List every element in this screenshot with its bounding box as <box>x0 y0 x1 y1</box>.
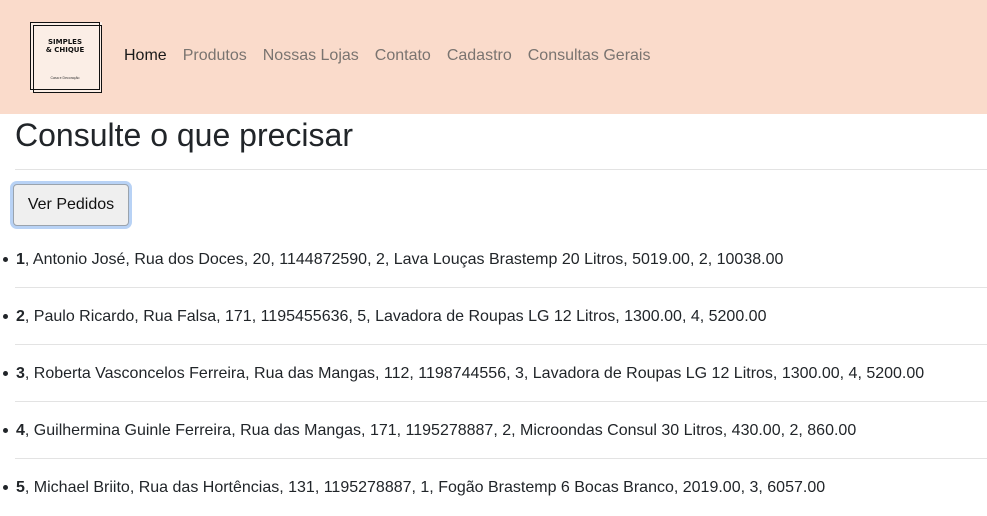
navbar: SIMPLES & CHIQUE Casa e Decoração Home P… <box>0 0 987 114</box>
order-id: 5 <box>16 479 25 496</box>
nav-link-produtos[interactable]: Produtos <box>183 45 247 67</box>
nav-links: Home Produtos Nossas Lojas Contato Cadas… <box>124 45 650 67</box>
order-id: 1 <box>16 251 25 268</box>
logo-title: SIMPLES & CHIQUE <box>45 38 85 54</box>
orders-list: 1, Antonio José, Rua dos Doces, 20, 1144… <box>0 231 987 516</box>
order-id: 3 <box>16 365 25 382</box>
order-item: 5, Michael Briito, Rua das Hortências, 1… <box>0 459 987 516</box>
ver-pedidos-button[interactable]: Ver Pedidos <box>13 184 129 226</box>
order-details: , Paulo Ricardo, Rua Falsa, 171, 1195455… <box>24 308 767 325</box>
order-item: 1, Antonio José, Rua dos Doces, 20, 1144… <box>0 231 987 288</box>
order-details: , Antonio José, Rua dos Doces, 20, 11448… <box>24 251 784 268</box>
order-id: 4 <box>16 422 25 439</box>
page-title: Consulte o que precisar <box>15 117 353 153</box>
title-divider <box>15 169 987 170</box>
bullet-icon <box>3 371 8 376</box>
bullet-icon <box>3 257 8 262</box>
bullet-icon <box>3 314 8 319</box>
order-details: , Michael Briito, Rua das Hortências, 13… <box>24 479 826 496</box>
nav-link-contato[interactable]: Contato <box>375 45 431 67</box>
nav-link-home[interactable]: Home <box>124 45 167 67</box>
order-item: 3, Roberta Vasconcelos Ferreira, Rua das… <box>0 345 987 402</box>
order-details: , Guilhermina Guinle Ferreira, Rua das M… <box>24 422 857 439</box>
logo-subtitle: Casa e Decoração <box>50 76 80 80</box>
order-item: 4, Guilhermina Guinle Ferreira, Rua das … <box>0 402 987 459</box>
order-item: 2, Paulo Ricardo, Rua Falsa, 171, 119545… <box>0 288 987 345</box>
bullet-icon <box>3 485 8 490</box>
bullet-icon <box>3 428 8 433</box>
nav-link-consultas-gerais[interactable]: Consultas Gerais <box>528 45 651 67</box>
nav-link-cadastro[interactable]: Cadastro <box>447 45 512 67</box>
logo-frame-inner <box>33 25 102 93</box>
order-details: , Roberta Vasconcelos Ferreira, Rua das … <box>24 365 925 382</box>
order-id: 2 <box>16 308 25 325</box>
brand-logo[interactable]: SIMPLES & CHIQUE Casa e Decoração <box>30 22 102 93</box>
nav-link-nossas-lojas[interactable]: Nossas Lojas <box>263 45 359 67</box>
